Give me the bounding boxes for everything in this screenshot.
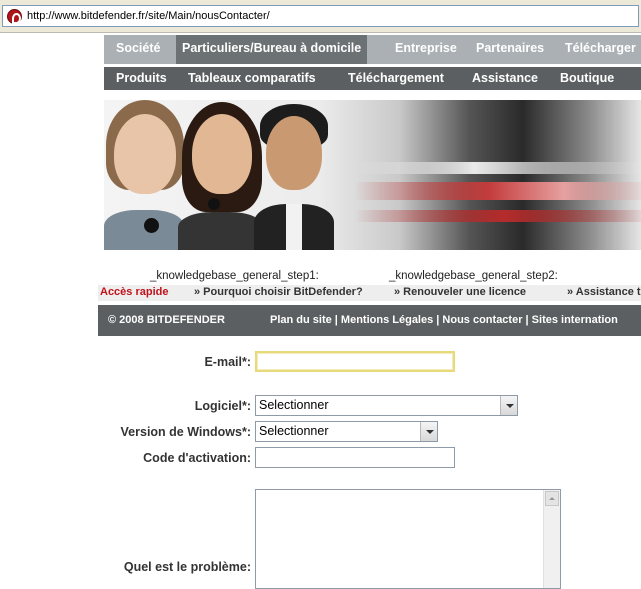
footer-copyright: © 2008 BITDEFENDER	[108, 314, 225, 326]
email-label: E-mail*:	[204, 355, 251, 369]
quick-link-assistance[interactable]: » Assistance te	[567, 286, 641, 298]
quick-link-renouveler[interactable]: » Renouveler une licence	[394, 286, 526, 298]
nav-particuliers[interactable]: Particuliers/Bureau à domicile	[176, 35, 368, 64]
email-field[interactable]	[255, 351, 455, 372]
support-agent-1	[104, 100, 184, 250]
banner-red-streak-2	[354, 210, 641, 222]
windows-label: Version de Windows*:	[120, 425, 251, 439]
kb-step2: _knowledgebase_general_step2:	[389, 270, 558, 282]
code-label: Code d'activation:	[143, 451, 251, 465]
footer-links[interactable]: Plan du site | Mentions Légales | Nous c…	[270, 314, 618, 326]
nav-telecharger[interactable]: Télécharger	[565, 35, 636, 64]
nav-assistance[interactable]: Assistance	[472, 67, 538, 90]
browser-address-bar: http://www.bitdefender.fr/site/Main/nous…	[0, 0, 641, 33]
quick-link-pourquoi[interactable]: » Pourquoi choisir BitDefender?	[194, 286, 363, 298]
nav-tableaux-comparatifs[interactable]: Tableaux comparatifs	[188, 67, 316, 90]
nav-telechargement[interactable]: Téléchargement	[348, 67, 444, 90]
url-text: http://www.bitdefender.fr/site/Main/nous…	[27, 10, 270, 22]
probleme-textarea[interactable]	[255, 489, 561, 589]
quick-access-label: Accès rapide	[100, 286, 169, 298]
windows-value: Selectionner	[259, 424, 329, 438]
scroll-up-icon[interactable]	[545, 491, 559, 506]
support-agent-3	[254, 100, 334, 250]
site-favicon-icon	[7, 9, 22, 24]
kb-step1: _knowledgebase_general_step1:	[150, 270, 319, 282]
banner-streak	[354, 162, 641, 174]
chevron-down-icon[interactable]	[500, 396, 517, 415]
support-team-banner	[104, 100, 641, 250]
logiciel-value: Selectionner	[259, 398, 329, 412]
logiciel-label: Logiciel*:	[194, 399, 251, 413]
probleme-label: Quel est le problème:	[123, 560, 251, 574]
textarea-scrollbar[interactable]	[543, 490, 560, 588]
secondary-nav: Produits Tableaux comparatifs Télécharge…	[104, 67, 641, 90]
banner-red-streak	[354, 182, 641, 200]
quick-access-bar: Accès rapide » Pourquoi choisir BitDefen…	[98, 285, 641, 301]
chevron-down-icon[interactable]	[420, 422, 437, 441]
activation-code-field[interactable]	[255, 447, 455, 468]
support-agent-2	[178, 100, 264, 250]
nav-entreprise[interactable]: Entreprise	[395, 35, 457, 64]
nav-produits[interactable]: Produits	[116, 67, 167, 90]
logiciel-select[interactable]: Selectionner	[255, 395, 518, 416]
url-field[interactable]: http://www.bitdefender.fr/site/Main/nous…	[2, 5, 639, 27]
site-footer: © 2008 BITDEFENDER Plan du site | Mentio…	[98, 305, 641, 336]
nav-partenaires[interactable]: Partenaires	[476, 35, 544, 64]
nav-boutique[interactable]: Boutique	[560, 67, 614, 90]
windows-select[interactable]: Selectionner	[255, 421, 438, 442]
primary-nav: Société Particuliers/Bureau à domicile E…	[104, 35, 641, 64]
nav-societe[interactable]: Société	[116, 35, 160, 64]
